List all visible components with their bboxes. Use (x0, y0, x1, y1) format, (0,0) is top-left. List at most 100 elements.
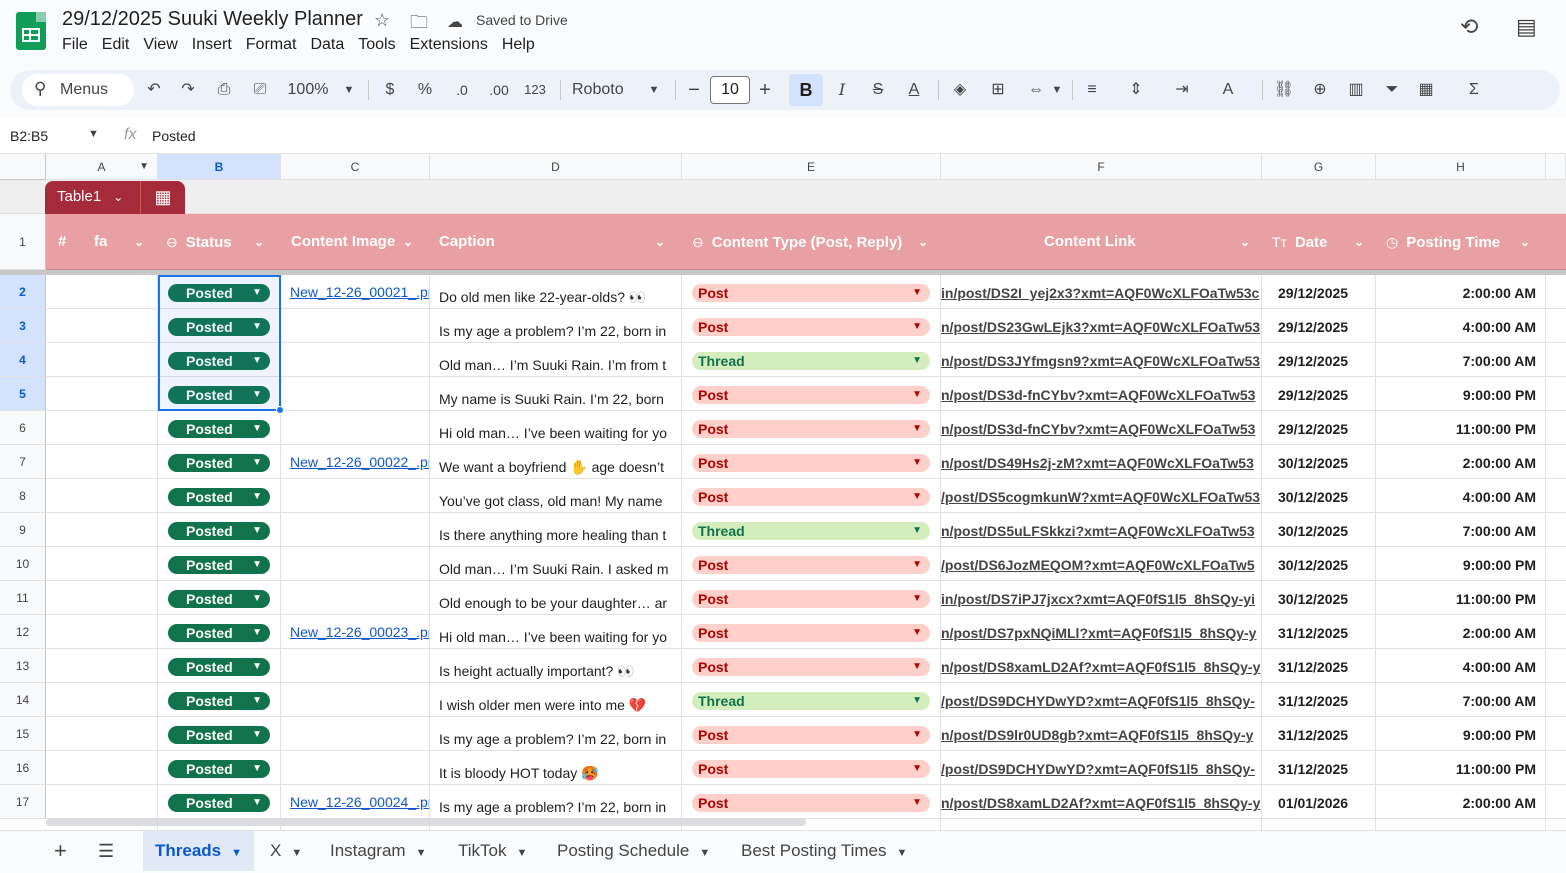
posting-time-cell[interactable]: 9:00:00 PM (1376, 387, 1536, 403)
row-header[interactable]: 13 (0, 649, 46, 683)
number-format-button[interactable]: 123 (520, 78, 550, 102)
row-header[interactable]: 7 (0, 445, 46, 479)
row-header[interactable]: 10 (0, 547, 46, 581)
row-header[interactable]: 15 (0, 717, 46, 751)
status-chip[interactable]: Posted ▼ (168, 386, 270, 404)
sheet-grid[interactable]: A ▼ B C D E F G H Table1 ⌄ ▦ 1 # fa ⌄ ⊖ Stat… (0, 154, 1566, 830)
date-cell[interactable]: 29/12/2025 (1278, 421, 1348, 437)
caption-cell[interactable]: Do old men like 22-year-olds? 👀 (439, 289, 679, 306)
content-link[interactable]: n/post/DS7pxNQiMLl?xmt=AQF0fS1l5_8hSQy-y (941, 625, 1261, 641)
status-chip[interactable]: Posted ▼ (168, 454, 270, 472)
tab-instagram[interactable]: Instagram ▼ (318, 831, 438, 871)
horizontal-align-icon[interactable]: ≡ (1080, 78, 1104, 102)
column-header-e[interactable]: E (682, 154, 941, 180)
date-cell[interactable]: 29/12/2025 (1278, 319, 1348, 335)
caption-cell[interactable]: Is there anything more healing than t (439, 527, 679, 543)
content-link[interactable]: n/post/DS49Hs2j-zM?xmt=AQF0WcXLFOaTw53 (941, 455, 1261, 471)
posting-time-cell[interactable]: 7:00:00 AM (1376, 353, 1536, 369)
font-select[interactable]: Roboto (572, 78, 632, 102)
status-chip[interactable]: Posted ▼ (168, 352, 270, 370)
version-history-icon[interactable]: ⟲ (1460, 14, 1478, 40)
date-cell[interactable]: 30/12/2025 (1278, 523, 1348, 539)
content-type-chip[interactable]: Thread ▼ (692, 692, 930, 710)
table-name-tab[interactable]: Table1 ⌄ (45, 181, 140, 214)
functions-icon[interactable]: Σ (1462, 78, 1486, 102)
font-size-input[interactable]: 10 (710, 76, 750, 104)
content-image-link[interactable]: New_12-26_00023_.png (290, 624, 430, 640)
posting-time-cell[interactable]: 2:00:00 AM (1376, 625, 1536, 641)
posting-time-cell[interactable]: 7:00:00 AM (1376, 523, 1536, 539)
content-type-chip[interactable]: Post ▼ (692, 726, 930, 744)
posting-time-cell[interactable]: 11:00:00 PM (1376, 591, 1536, 607)
insert-link-icon[interactable]: ⛓ (1272, 78, 1296, 102)
caption-cell[interactable]: Old man… I’m Suuki Rain. I’m from t (439, 357, 679, 373)
increase-font-size-icon[interactable]: + (755, 78, 775, 102)
column-header-a[interactable]: A ▼ (46, 154, 158, 180)
text-rotation-icon[interactable]: A (1216, 78, 1240, 102)
content-link[interactable]: n/post/DS3JYfmgsn9?xmt=AQF0WcXLFOaTw53 (941, 353, 1261, 369)
bold-button[interactable]: B (789, 74, 823, 106)
date-cell[interactable]: 31/12/2025 (1278, 761, 1348, 777)
status-chip[interactable]: Posted ▼ (168, 590, 270, 608)
menu-view[interactable]: View (143, 36, 177, 54)
content-type-chip[interactable]: Post ▼ (692, 794, 930, 812)
caption-cell[interactable]: We want a boyfriend ✋ age doesn’t (439, 459, 679, 476)
content-type-chip[interactable]: Post ▼ (692, 284, 930, 302)
decrease-decimal-button[interactable]: .0 (450, 78, 474, 102)
select-all-corner[interactable] (0, 154, 46, 180)
zoom-select[interactable]: 100% (286, 78, 330, 102)
date-cell[interactable]: 31/12/2025 (1278, 625, 1348, 641)
status-chip[interactable]: Posted ▼ (168, 624, 270, 642)
content-link[interactable]: in/post/DS2I_yej2x3?xmt=AQF0WcXLFOaTw53c (941, 285, 1261, 301)
content-type-chip[interactable]: Post ▼ (692, 454, 930, 472)
formula-input[interactable]: Posted (152, 128, 196, 144)
content-image-link[interactable]: New_12-26_00022_.png (290, 454, 430, 470)
date-cell[interactable]: 31/12/2025 (1278, 727, 1348, 743)
row-header[interactable]: 6 (0, 411, 46, 445)
caption-cell[interactable]: Is height actually important? 👀 (439, 663, 679, 680)
column-header-d[interactable]: D (430, 154, 682, 180)
status-chip[interactable]: Posted ▼ (168, 760, 270, 778)
header-content-image[interactable]: Content Image ⌄ (291, 214, 431, 270)
header-fa[interactable]: fa ⌄ (94, 214, 154, 270)
column-header-g[interactable]: G (1262, 154, 1376, 180)
caption-cell[interactable]: It is bloody HOT today 🥵 (439, 765, 679, 782)
posting-time-cell[interactable]: 11:00:00 PM (1376, 421, 1536, 437)
content-link[interactable]: in/post/DS7iPJ7jxcx?xmt=AQF0fS1l5_8hSQy-… (941, 591, 1261, 607)
status-chip[interactable]: Posted ▼ (168, 726, 270, 744)
date-cell[interactable]: 29/12/2025 (1278, 387, 1348, 403)
row-header[interactable]: 5 (0, 377, 46, 411)
content-type-chip[interactable]: Post ▼ (692, 658, 930, 676)
caption-cell[interactable]: Is my age a problem? I’m 22, born in (439, 799, 679, 815)
menu-format[interactable]: Format (246, 36, 297, 54)
menu-insert[interactable]: Insert (192, 36, 232, 54)
header-date[interactable]: Tт Date ⌄ (1272, 214, 1372, 270)
undo-icon[interactable]: ↶ (142, 78, 166, 102)
print-icon[interactable]: ⎙ (212, 78, 236, 102)
star-icon[interactable]: ☆ (374, 10, 390, 31)
posting-time-cell[interactable]: 11:00:00 PM (1376, 761, 1536, 777)
content-link[interactable]: /post/DS5cogmkunW?xmt=AQF0WcXLFOaTw53 (941, 489, 1261, 505)
posting-time-cell[interactable]: 9:00:00 PM (1376, 557, 1536, 573)
status-chip[interactable]: Posted ▼ (168, 692, 270, 710)
content-type-chip[interactable]: Thread ▼ (692, 522, 930, 540)
menu-extensions[interactable]: Extensions (410, 36, 488, 54)
row-header[interactable]: 2 (0, 275, 46, 309)
caption-cell[interactable]: Hi old man… I’ve been waiting for yo (439, 425, 679, 441)
vertical-align-icon[interactable]: ⇕ (1124, 78, 1148, 102)
column-header-i[interactable] (1546, 154, 1566, 180)
text-wrapping-icon[interactable]: ⇥ (1170, 78, 1194, 102)
menu-help[interactable]: Help (502, 36, 535, 54)
content-link[interactable]: n/post/DS5uLFSkkzi?xmt=AQF0WcXLFOaTw53 (941, 523, 1261, 539)
percent-format-button[interactable]: % (415, 78, 435, 102)
status-chip[interactable]: Posted ▼ (168, 658, 270, 676)
posting-time-cell[interactable]: 2:00:00 AM (1376, 795, 1536, 811)
column-header-f[interactable]: F (941, 154, 1262, 180)
column-header-b[interactable]: B (158, 154, 281, 180)
name-box[interactable]: B2:B5 (10, 128, 48, 144)
document-title[interactable]: 29/12/2025 Suuki Weekly Planner (62, 8, 363, 31)
caption-cell[interactable]: You’ve got class, old man! My name (439, 493, 679, 509)
currency-format-button[interactable]: $ (380, 78, 400, 102)
row-header[interactable]: 11 (0, 581, 46, 615)
name-box-dropdown-icon[interactable]: ▼ (88, 128, 99, 140)
